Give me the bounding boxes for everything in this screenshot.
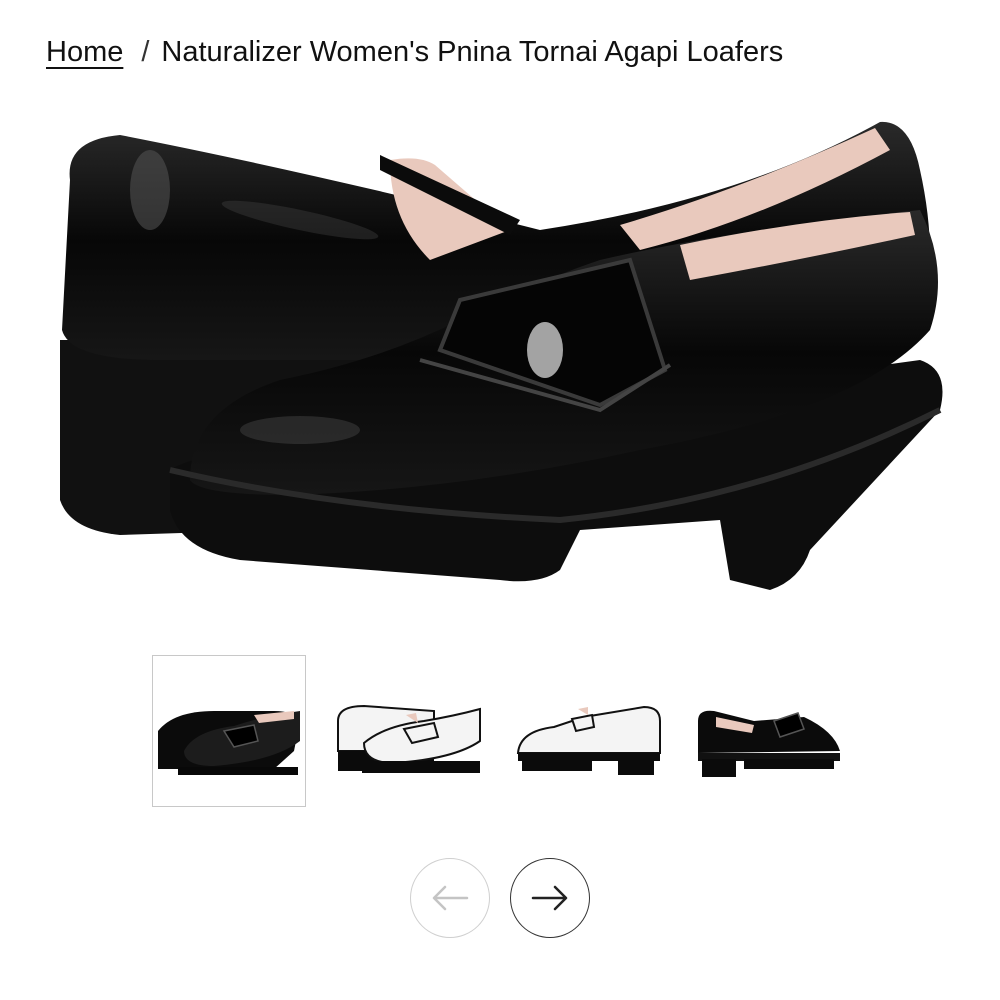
thumbnail-black-patent-pair	[158, 711, 300, 775]
thumbnail-2[interactable]	[332, 655, 486, 807]
next-image-button[interactable]	[510, 858, 590, 938]
breadcrumb-current-page: Naturalizer Women's Pnina Tornai Agapi L…	[161, 36, 784, 68]
thumbnail-3[interactable]	[512, 655, 666, 807]
thumbnail-4[interactable]	[692, 655, 846, 807]
breadcrumb: Home / Naturalizer Women's Pnina Tornai …	[46, 30, 783, 74]
thumbnail-white-loafer-side	[516, 705, 661, 775]
thumbnail-1[interactable]	[152, 655, 306, 807]
thumbnail-white-loafer-pair	[337, 704, 481, 773]
carousel-navigation	[410, 858, 590, 938]
loafer-pair-illustration	[60, 121, 943, 590]
thumbnail-strip	[152, 655, 846, 807]
previous-image-button[interactable]	[410, 858, 490, 938]
arrow-left-icon	[432, 885, 469, 911]
breadcrumb-separator: /	[141, 36, 150, 68]
main-product-image[interactable]	[40, 110, 960, 600]
breadcrumb-home-link[interactable]: Home	[46, 30, 123, 74]
arrow-right-icon	[531, 885, 568, 911]
thumbnail-black-patent-side	[698, 710, 840, 777]
